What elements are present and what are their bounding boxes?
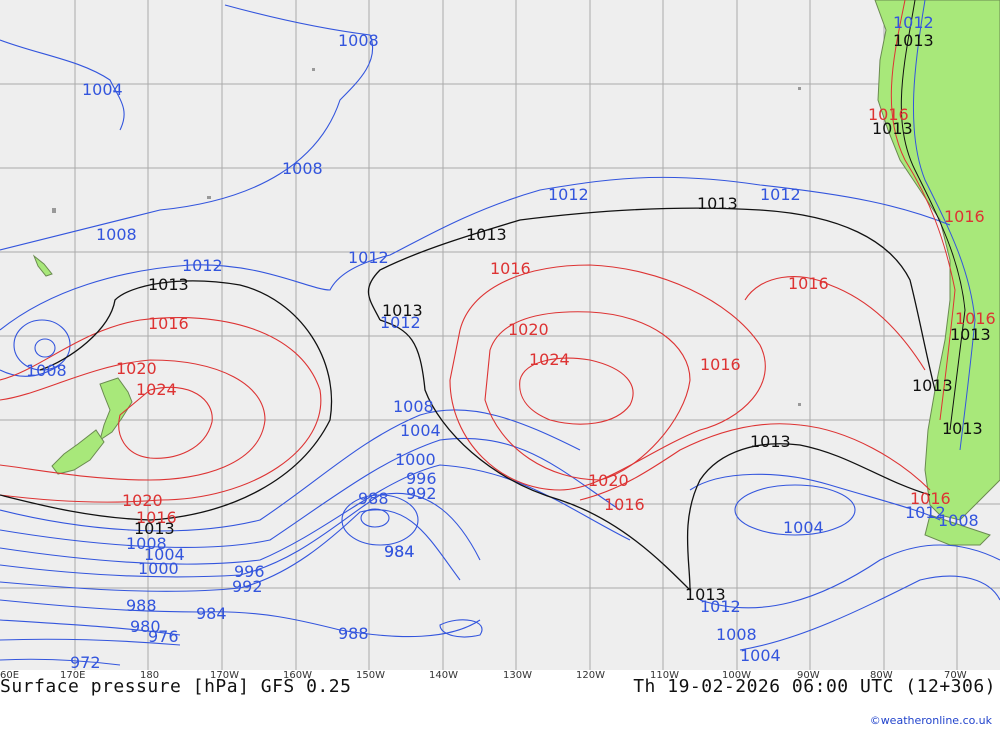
isobar-label: 1020 <box>508 320 549 339</box>
isobar-label: 1008 <box>393 397 434 416</box>
isobar-label: 1012 <box>760 185 801 204</box>
isobar-label: 1008 <box>716 625 757 644</box>
isobar-label: 1016 <box>490 259 531 278</box>
pressure-map: 1008 1004 1008 1008 1012 1013 1016 1008 … <box>0 0 1000 670</box>
isobar-label: 1013 <box>148 275 189 294</box>
isobar-label: 1020 <box>116 359 157 378</box>
isobar-label: 1004 <box>400 421 441 440</box>
isobar-label: 1016 <box>148 314 189 333</box>
forecast-datetime: Th 19-02-2026 06:00 UTC (12+306) <box>633 676 996 697</box>
credit-link[interactable]: ©weatheronline.co.uk <box>870 714 992 727</box>
isobar-label: 1016 <box>868 105 909 124</box>
isobar-label: 1016 <box>955 309 996 328</box>
isobar-label: 984 <box>196 604 227 623</box>
isobar-label: 1024 <box>136 380 177 399</box>
isobar-label: 1020 <box>588 471 629 490</box>
isobar-label: 1012 <box>893 13 934 32</box>
island-dot <box>312 68 315 71</box>
isobar-label: 1013 <box>912 376 953 395</box>
isobar-label: 1004 <box>82 80 123 99</box>
lon-tick: 140W <box>429 670 458 681</box>
isobar-label: 1013 <box>893 31 934 50</box>
isobar-label: 1012 <box>700 597 741 616</box>
isobar-label: 1004 <box>740 646 781 665</box>
isobar-label: 1008 <box>282 159 323 178</box>
isobar-label: 988 <box>338 624 369 643</box>
isobar-label: 1008 <box>96 225 137 244</box>
isobar-label: 1012 <box>548 185 589 204</box>
isobar-label: 988 <box>126 596 157 615</box>
isobar-label: 1013 <box>466 225 507 244</box>
island-dot <box>798 403 801 406</box>
isobar-label: 1016 <box>944 207 985 226</box>
isobar-label: 1024 <box>529 350 570 369</box>
island-dot <box>207 196 211 199</box>
isobar-label: 1012 <box>182 256 223 275</box>
isobar-label: 1008 <box>26 361 67 380</box>
lon-tick: 150W <box>356 670 385 681</box>
isobar-label: 1008 <box>338 31 379 50</box>
isobar-label: 1000 <box>395 450 436 469</box>
isobar-label: 1004 <box>783 518 824 537</box>
isobar-label: 976 <box>148 627 179 646</box>
isobar-label: 992 <box>232 577 263 596</box>
isobar-label: 984 <box>384 542 415 561</box>
isobar-label: 1013 <box>697 194 738 213</box>
map-svg: 1008 1004 1008 1008 1012 1013 1016 1008 … <box>0 0 1000 670</box>
isobar-label: 1012 <box>380 313 421 332</box>
island-dot <box>798 87 801 90</box>
lon-tick: 120W <box>576 670 605 681</box>
isobar-label: 1008 <box>938 511 979 530</box>
isobar-label: 1012 <box>348 248 389 267</box>
isobar-label: 1016 <box>788 274 829 293</box>
isobar-label: 1013 <box>942 419 983 438</box>
island-dot <box>52 208 56 213</box>
isobar-label: 1016 <box>604 495 645 514</box>
isobar-label: 992 <box>406 484 437 503</box>
isobar-label: 1016 <box>700 355 741 374</box>
isobar-label: 972 <box>70 653 101 670</box>
isobar-label: 1013 <box>750 432 791 451</box>
isobar-label: 988 <box>358 489 389 508</box>
map-title: Surface pressure [hPa] GFS 0.25 <box>0 676 352 697</box>
isobar-label: 1000 <box>138 559 179 578</box>
lon-tick: 130W <box>503 670 532 681</box>
